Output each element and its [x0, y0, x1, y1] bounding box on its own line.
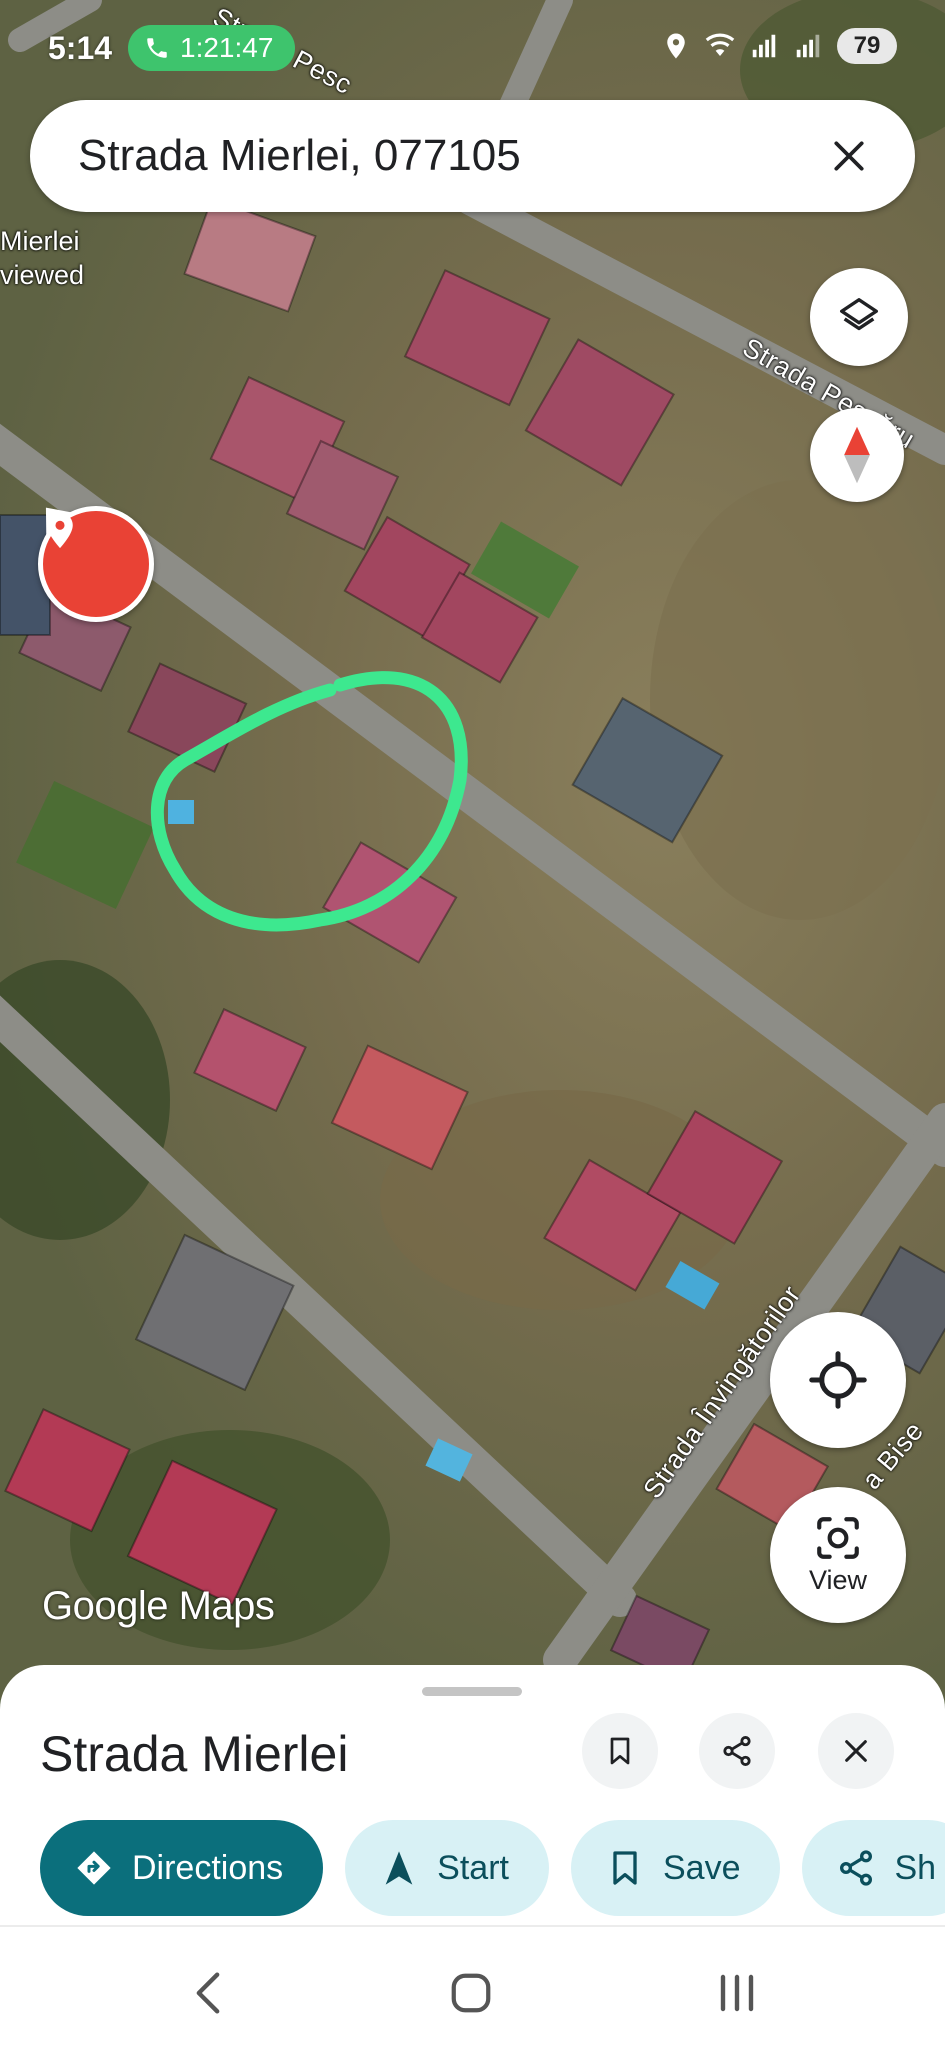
layers-icon: [840, 298, 878, 331]
pin-icon: [47, 512, 73, 548]
save-label: Save: [662, 1848, 741, 1887]
home-button[interactable]: [441, 1963, 501, 2023]
wifi-icon: [705, 33, 735, 56]
location-pin[interactable]: [38, 506, 154, 622]
recent-apps-button[interactable]: [707, 1963, 767, 2023]
compass-button[interactable]: [810, 408, 904, 502]
signal-icon: [752, 34, 776, 58]
crosshair-icon: [809, 1351, 867, 1409]
phone-icon: [147, 38, 167, 58]
place-bottom-sheet[interactable]: Strada Mierlei Directions Start Save Sh: [0, 1665, 945, 1925]
system-navigation-bar: [0, 1925, 945, 2050]
drag-handle[interactable]: [422, 1687, 522, 1696]
battery-indicator: 79: [837, 28, 897, 64]
map-imagery: [0, 0, 945, 1686]
bookmark-icon: [610, 1737, 630, 1765]
clear-search-button[interactable]: [819, 126, 879, 186]
bookmark-icon: [613, 1851, 637, 1885]
google-maps-watermark: Google Maps: [42, 1584, 275, 1628]
back-icon: [196, 1972, 220, 2014]
directions-label: Directions: [132, 1848, 284, 1887]
search-query[interactable]: Strada Mierlei, 077105: [78, 131, 819, 181]
directions-button[interactable]: Directions: [40, 1820, 324, 1916]
save-icon-button[interactable]: [582, 1713, 658, 1789]
close-icon: [834, 141, 864, 171]
navigation-arrow-icon: [385, 1851, 413, 1885]
place-title: Strada Mierlei: [40, 1726, 349, 1782]
back-button[interactable]: [178, 1963, 238, 2023]
satellite-map[interactable]: Strada Pesc Strada Pescăru Strada Înving…: [0, 0, 945, 1700]
share-icon-button[interactable]: [699, 1713, 775, 1789]
close-icon: [845, 1740, 867, 1762]
view-label: View: [808, 1564, 868, 1595]
recent-place-status: viewed: [0, 260, 85, 290]
share-icon: [840, 1850, 873, 1886]
share-icon: [723, 1735, 751, 1767]
call-duration: 1:21:47: [180, 32, 274, 63]
directions-icon: [77, 1851, 111, 1885]
location-icon: [667, 33, 685, 59]
action-chips: Directions Start Save Sh: [40, 1820, 945, 1916]
search-bar[interactable]: Strada Mierlei, 077105: [30, 100, 915, 212]
save-button[interactable]: Save: [570, 1820, 781, 1916]
layers-button[interactable]: [810, 268, 908, 366]
camera-icon: [817, 1516, 859, 1559]
clock: 5:14: [48, 30, 113, 66]
recent-place-label[interactable]: Mierlei viewed: [0, 224, 84, 292]
recent-place-name: Mierlei: [0, 226, 80, 256]
status-bar: 5:14 1:21:47 79: [0, 0, 945, 100]
recents-icon: [720, 1974, 754, 2012]
street-view-button[interactable]: View: [770, 1487, 906, 1623]
ongoing-call-pill[interactable]: 1:21:47: [128, 25, 296, 71]
close-sheet-button[interactable]: [818, 1713, 894, 1789]
share-button[interactable]: Sh: [802, 1820, 945, 1916]
start-label: Start: [437, 1848, 509, 1887]
start-button[interactable]: Start: [345, 1820, 549, 1916]
signal-icon-2: [796, 34, 820, 58]
home-icon: [451, 1973, 491, 2013]
share-label: Sh: [894, 1848, 937, 1887]
compass-icon: [844, 426, 870, 484]
my-location-button[interactable]: [770, 1312, 906, 1448]
